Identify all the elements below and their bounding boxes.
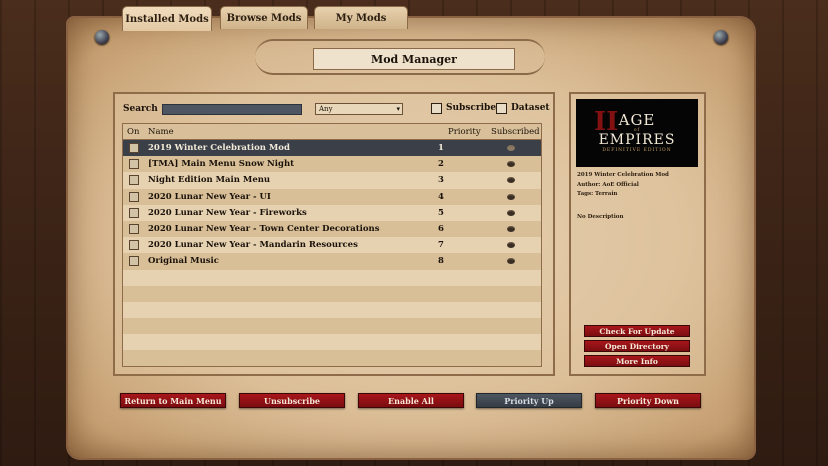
row-name: 2019 Winter Celebration Mod [148, 143, 290, 153]
mods-table: On Name Priority Subscribed 2019 Winter … [122, 123, 542, 367]
row-enabled-checkbox[interactable] [129, 159, 139, 170]
logo-line-3: DEFINITIVE EDITION [602, 148, 672, 153]
row-priority: 3 [438, 175, 444, 186]
subscribed-indicator-icon [507, 242, 515, 249]
table-row[interactable]: 2019 Winter Celebration Mod 1 [123, 140, 541, 157]
row-enabled-checkbox[interactable] [129, 191, 139, 202]
empty-table-row [123, 285, 541, 302]
column-header-on[interactable]: On [127, 127, 139, 137]
dataset-checkbox[interactable] [496, 103, 507, 114]
priority-down-button[interactable]: Priority Down [595, 393, 701, 408]
empty-table-row [123, 269, 541, 286]
table-row[interactable]: 2020 Lunar New Year - Town Center Decora… [123, 220, 541, 238]
subscribed-indicator-icon [507, 225, 515, 232]
mod-description: No Description [577, 214, 624, 220]
unsubscribe-button[interactable]: Unsubscribe [239, 393, 345, 408]
row-name: 2020 Lunar New Year - UI [148, 191, 271, 202]
aoe2-logo: II AGE of EMPIRES DEFINITIVE EDITION [576, 99, 698, 167]
subscribed-indicator-icon [507, 209, 515, 216]
empty-table-row [123, 318, 541, 335]
row-enabled-checkbox[interactable] [129, 256, 139, 267]
empty-table-row [123, 334, 541, 351]
row-name: 2020 Lunar New Year - Fireworks [148, 207, 307, 218]
subscribed-indicator-icon [507, 177, 515, 184]
row-name: Night Edition Main Menu [148, 175, 271, 186]
pin-icon [95, 30, 109, 44]
more-info-button[interactable]: More Info [584, 355, 690, 367]
row-name: 2020 Lunar New Year - Town Center Decora… [148, 223, 380, 234]
row-enabled-checkbox[interactable] [129, 223, 139, 234]
mod-author: Author: AoE Official [577, 182, 639, 188]
subscribed-checkbox-label: Subscribed [446, 103, 503, 113]
empty-table-row [123, 350, 541, 366]
check-update-button[interactable]: Check For Update [584, 325, 690, 337]
chevron-down-icon: ▾ [396, 105, 400, 113]
row-priority: 5 [438, 207, 444, 218]
row-priority: 1 [438, 143, 444, 153]
row-priority: 7 [438, 240, 444, 251]
tab-installed-mods[interactable]: Installed Mods [122, 6, 212, 31]
logo-numeral: II [594, 107, 619, 137]
return-main-menu-button[interactable]: Return to Main Menu [120, 393, 226, 408]
row-enabled-checkbox[interactable] [129, 175, 139, 186]
search-label: Search [123, 104, 158, 114]
open-directory-button[interactable]: Open Directory [584, 340, 690, 352]
mod-tags: Tags: Terrain [577, 191, 618, 197]
subscribed-checkbox[interactable] [431, 103, 442, 114]
filter-select[interactable]: Any ▾ [315, 103, 403, 115]
table-row[interactable]: 2020 Lunar New Year - Fireworks 5 [123, 204, 541, 221]
subscribed-indicator-icon [507, 145, 515, 151]
row-name: 2020 Lunar New Year - Mandarin Resources [148, 240, 358, 251]
logo-line-1: AGE [618, 111, 656, 129]
table-row[interactable]: [TMA] Main Menu Snow Night 2 [123, 156, 541, 173]
row-enabled-checkbox[interactable] [129, 240, 139, 251]
subscribed-indicator-icon [507, 161, 515, 168]
subscribed-indicator-icon [507, 258, 515, 265]
row-name: Original Music [148, 256, 219, 267]
filter-selected-value: Any [319, 105, 333, 113]
row-enabled-checkbox[interactable] [129, 207, 139, 218]
page-title: Mod Manager [313, 48, 515, 70]
column-header-priority[interactable]: Priority [448, 127, 481, 137]
dataset-checkbox-label: Dataset [511, 103, 550, 113]
tab-browse-mods[interactable]: Browse Mods [220, 6, 308, 29]
pin-icon [714, 30, 728, 44]
column-header-subscribed[interactable]: Subscribed [491, 127, 540, 137]
table-row[interactable]: 2020 Lunar New Year - UI 4 [123, 188, 541, 205]
mod-name: 2019 Winter Celebration Mod [577, 172, 669, 178]
table-row[interactable]: 2020 Lunar New Year - Mandarin Resources… [123, 237, 541, 254]
enable-all-button[interactable]: Enable All [358, 393, 464, 408]
priority-up-button[interactable]: Priority Up [476, 393, 582, 408]
row-enabled-checkbox[interactable] [129, 143, 139, 153]
column-header-name[interactable]: Name [148, 127, 174, 137]
row-priority: 6 [438, 223, 444, 234]
search-input[interactable] [162, 104, 302, 115]
subscribed-indicator-icon [507, 193, 515, 200]
table-header: On Name Priority Subscribed [123, 124, 541, 140]
tab-my-mods[interactable]: My Mods [314, 6, 408, 29]
empty-table-row [123, 301, 541, 319]
row-priority: 4 [438, 191, 444, 202]
row-name: [TMA] Main Menu Snow Night [148, 159, 295, 170]
table-row[interactable]: Original Music 8 [123, 253, 541, 270]
row-priority: 8 [438, 256, 444, 267]
row-priority: 2 [438, 159, 444, 170]
table-row[interactable]: Night Edition Main Menu 3 [123, 172, 541, 189]
